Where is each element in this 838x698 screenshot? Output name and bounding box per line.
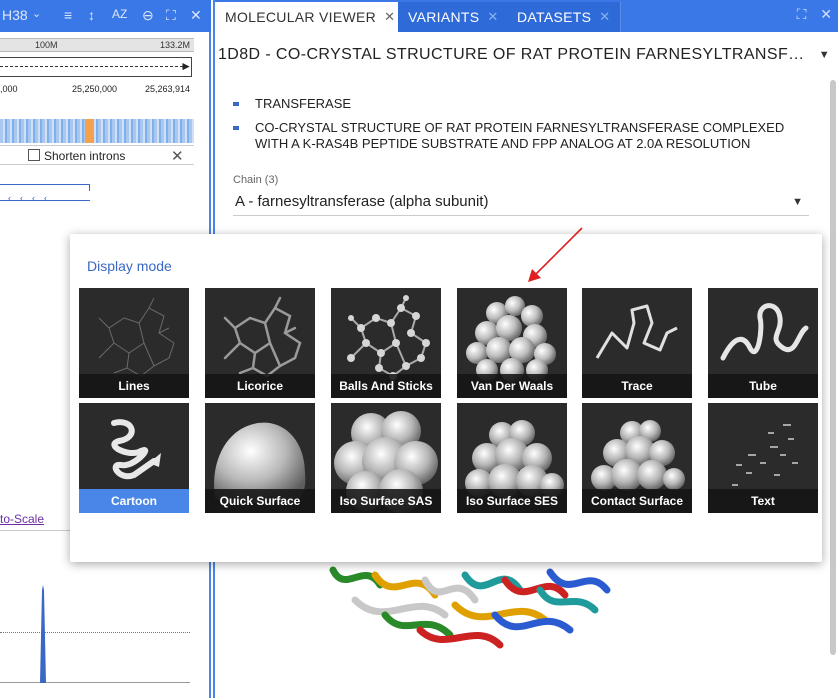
list-item: TRANSFERASE (233, 96, 813, 112)
display-mode-label: Text (708, 489, 818, 513)
tab-label: DATASETS (517, 9, 592, 25)
structure-info-list: TRANSFERASE CO-CRYSTAL STRUCTURE OF RAT … (233, 96, 813, 160)
panel-window-controls: ⛶ ✕ (787, 6, 832, 23)
chain-label: Chain (3) (233, 174, 279, 186)
display-mode-label: Iso Surface SES (457, 489, 567, 513)
close-icon[interactable]: ✕ (820, 6, 832, 22)
display-mode-label: Iso Surface SAS (331, 489, 441, 513)
close-icon[interactable]: ✕ (190, 7, 202, 24)
shorten-introns-row: Shorten introns ✕ (0, 145, 194, 165)
highlighted-region (85, 119, 94, 143)
genome-build-label[interactable]: H38 (2, 7, 28, 23)
caret-down-icon[interactable]: ▼ (792, 196, 803, 208)
shorten-introns-label: Shorten introns (44, 149, 126, 163)
shorten-introns-checkbox[interactable] (28, 149, 40, 161)
tab-molecular-viewer[interactable]: MOLECULAR VIEWER ✕ (215, 2, 407, 32)
genome-browser-toolbar: H38 ⌄ ≡ ↕ AZ ⊖ ⛶ ✕ (0, 0, 211, 32)
chain-select[interactable]: A - farnesyltransferase (alpha subunit) … (233, 190, 809, 216)
display-mode-label: Cartoon (79, 489, 189, 513)
close-icon[interactable]: ✕ (171, 147, 184, 165)
display-mode-label: Trace (582, 374, 692, 398)
display-mode-popup: Display mode Lines Licorice Balls And St… (70, 234, 822, 562)
display-mode-contact-surface[interactable]: Contact Surface (582, 403, 692, 513)
app-window: H38 ⌄ ≡ ↕ AZ ⊖ ⛶ ✕ 100M 133.2M ► ,000 25… (0, 0, 838, 698)
display-mode-balls-and-sticks[interactable]: Balls And Sticks (331, 288, 441, 398)
tab-bar: MOLECULAR VIEWER ✕ VARIANTS ✕ DATASETS ✕… (215, 0, 838, 32)
display-mode-label: Lines (79, 374, 189, 398)
close-icon[interactable]: ✕ (384, 9, 395, 25)
structure-title: 1D8D - CO-CRYSTAL STRUCTURE OF RAT PROTE… (218, 46, 808, 63)
display-mode-cartoon[interactable]: Cartoon (79, 403, 189, 513)
display-mode-label: Balls And Sticks (331, 374, 441, 398)
tab-label: MOLECULAR VIEWER (225, 9, 377, 25)
display-mode-iso-surface-sas[interactable]: Iso Surface SAS (331, 403, 441, 513)
structure-select[interactable]: 1D8D - CO-CRYSTAL STRUCTURE OF RAT PROTE… (215, 40, 838, 70)
fullscreen-icon[interactable]: ⛶ (166, 7, 176, 24)
coverage-peak (40, 585, 46, 683)
display-mode-van-der-waals[interactable]: Van Der Waals (457, 288, 567, 398)
annotation-arrow (528, 227, 583, 282)
coordinate-label: 25,263,914 (145, 84, 191, 94)
display-mode-label: Contact Surface (582, 489, 692, 513)
minus-circle-icon[interactable]: ⊖ (142, 7, 154, 24)
gene-model[interactable]: ‹‹‹‹ (0, 184, 92, 206)
display-mode-tube[interactable]: Tube (708, 288, 818, 398)
coordinate-label: ,000 (0, 84, 18, 94)
tab-variants[interactable]: VARIANTS ✕ (398, 2, 510, 32)
display-mode-label: Quick Surface (205, 489, 315, 513)
tab-datasets[interactable]: DATASETS ✕ (507, 2, 622, 32)
display-mode-licorice[interactable]: Licorice (205, 288, 315, 398)
coordinate-label: 25,250,000 (72, 84, 118, 94)
sort-height-icon[interactable]: ↕ (88, 7, 95, 23)
ruler-label: 100M (35, 40, 58, 50)
display-mode-lines[interactable]: Lines (79, 288, 189, 398)
ruler-label: 133.2M (160, 40, 191, 50)
fullscreen-icon[interactable]: ⛶ (797, 6, 807, 22)
display-mode-label: Tube (708, 374, 818, 398)
display-mode-quick-surface[interactable]: Quick Surface (205, 403, 315, 513)
close-icon[interactable]: ✕ (487, 9, 498, 25)
chevron-down-icon[interactable]: ⌄ (32, 7, 41, 20)
position-ruler: ► (0, 57, 192, 77)
vertical-scrollbar[interactable] (830, 80, 836, 655)
filter-list-icon[interactable]: ≡ (64, 7, 72, 23)
chromosome-ruler: 100M 133.2M (0, 38, 194, 52)
display-mode-label: Van Der Waals (457, 374, 567, 398)
to-scale-link[interactable]: to-Scale (0, 512, 44, 526)
chain-value: A - farnesyltransferase (alpha subunit) (235, 193, 489, 210)
info-text: CO-CRYSTAL STRUCTURE OF RAT PROTEIN FARN… (255, 120, 785, 151)
caret-down-icon[interactable]: ▼ (819, 49, 830, 61)
coverage-track[interactable] (0, 119, 194, 143)
display-mode-iso-surface-ses[interactable]: Iso Surface SES (457, 403, 567, 513)
display-mode-heading: Display mode (87, 258, 172, 274)
sort-alpha-icon[interactable]: AZ (112, 7, 127, 21)
display-mode-text[interactable]: Text (708, 403, 818, 513)
list-item: CO-CRYSTAL STRUCTURE OF RAT PROTEIN FARN… (233, 120, 813, 152)
display-mode-trace[interactable]: Trace (582, 288, 692, 398)
tab-label: VARIANTS (408, 9, 480, 25)
info-text: TRANSFERASE (255, 96, 352, 111)
display-mode-label: Licorice (205, 374, 315, 398)
close-icon[interactable]: ✕ (599, 9, 610, 25)
protein-3d-view[interactable] (325, 560, 625, 670)
